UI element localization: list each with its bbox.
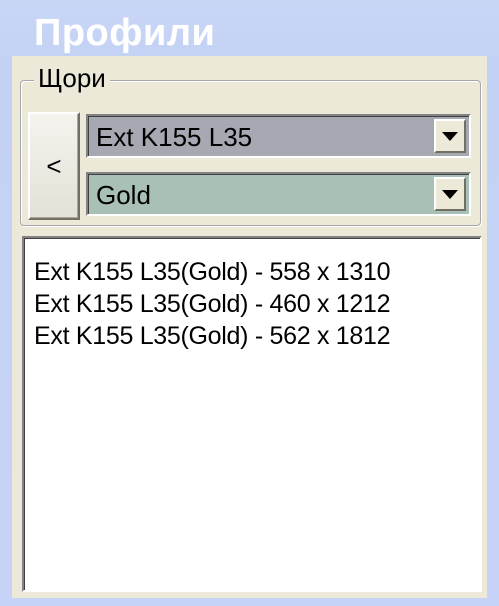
list-item[interactable]: Ext K155 L35(Gold) - 562 x 1812 xyxy=(34,320,480,352)
chevron-down-icon xyxy=(442,131,458,141)
chevron-down-icon xyxy=(442,189,458,199)
back-button[interactable]: < xyxy=(28,112,80,220)
profile-dropdown-button[interactable] xyxy=(434,119,466,153)
color-dropdown[interactable]: Gold xyxy=(86,172,471,216)
profile-dropdown[interactable]: Ext K155 L35 xyxy=(86,114,471,158)
list-item[interactable]: Ext K155 L35(Gold) - 460 x 1212 xyxy=(34,288,480,320)
profile-dropdown-value: Ext K155 L35 xyxy=(96,122,253,152)
color-dropdown-value: Gold xyxy=(96,180,151,210)
group-label: Щори xyxy=(34,62,110,94)
panel-title: Профили xyxy=(34,12,216,54)
color-dropdown-button[interactable] xyxy=(434,177,466,211)
profiles-listbox[interactable]: Ext K155 L35(Gold) - 558 x 1310 Ext K155… xyxy=(22,236,482,592)
profiles-panel: Профили Щори < Ext K155 L35 Gold Ext K15… xyxy=(0,0,499,606)
list-item[interactable]: Ext K155 L35(Gold) - 558 x 1310 xyxy=(34,256,480,288)
